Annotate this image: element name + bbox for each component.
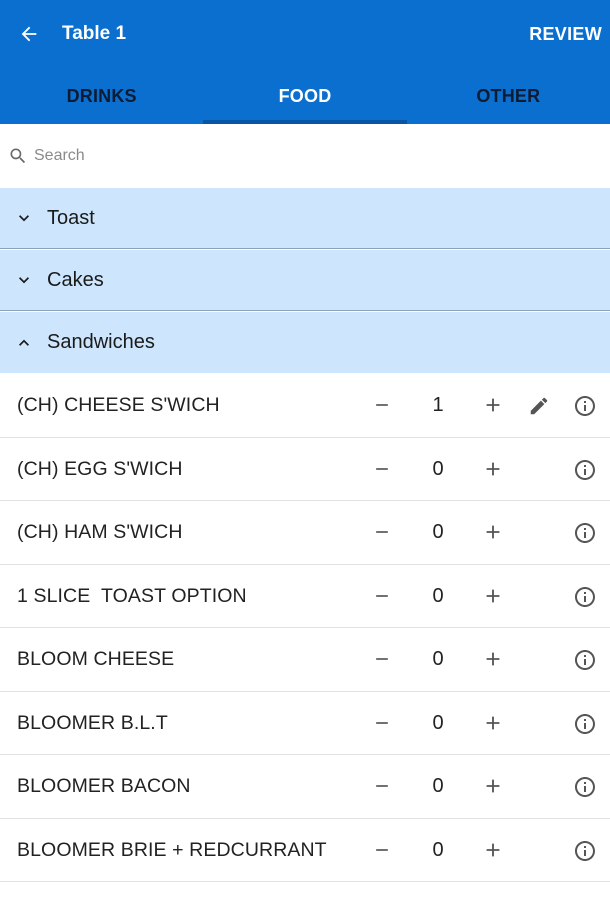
search-icon bbox=[8, 146, 28, 166]
category-toast[interactable]: Toast bbox=[0, 188, 610, 249]
category-label: Cakes bbox=[47, 268, 104, 291]
category-cakes[interactable]: Cakes bbox=[0, 250, 610, 311]
arrow-left-icon bbox=[21, 26, 37, 42]
info-icon[interactable] bbox=[571, 456, 599, 484]
item-name: (CH) CHEESE S'WICH bbox=[17, 394, 220, 416]
plus-icon[interactable] bbox=[479, 455, 507, 483]
plus-icon[interactable] bbox=[479, 582, 507, 610]
info-icon[interactable] bbox=[571, 392, 599, 420]
search-placeholder: Search bbox=[34, 147, 85, 164]
page-title: Table 1 bbox=[62, 23, 127, 44]
minus-icon[interactable] bbox=[368, 391, 396, 419]
chevron-down-icon bbox=[14, 208, 34, 228]
minus-icon[interactable] bbox=[368, 772, 396, 800]
plus-icon[interactable] bbox=[479, 836, 507, 864]
item-quantity: 0 bbox=[432, 521, 444, 543]
plus-icon[interactable] bbox=[479, 518, 507, 546]
chevron-down-icon bbox=[14, 270, 34, 290]
item-name: BLOOM CHEESE bbox=[17, 648, 175, 670]
category-label: Sandwiches bbox=[47, 331, 155, 353]
plus-icon[interactable] bbox=[479, 709, 507, 737]
tab-other[interactable]: OTHER bbox=[407, 68, 610, 124]
minus-icon[interactable] bbox=[368, 836, 396, 864]
item-name: 1 SLICE TOAST OPTION bbox=[17, 584, 247, 607]
info-icon[interactable] bbox=[571, 773, 599, 801]
info-icon[interactable] bbox=[571, 837, 599, 865]
info-icon[interactable] bbox=[571, 646, 599, 674]
item-quantity: 0 bbox=[432, 584, 444, 607]
category-label: Toast bbox=[47, 206, 95, 229]
tab-food[interactable]: FOOD bbox=[203, 68, 407, 124]
info-icon[interactable] bbox=[571, 519, 599, 547]
item-quantity: 0 bbox=[432, 775, 444, 797]
minus-icon[interactable] bbox=[368, 518, 396, 546]
tab-bar: DRINKS FOOD OTHER bbox=[0, 68, 610, 124]
list-item: BLOOMER BACON 0 bbox=[0, 755, 610, 819]
list-item: BLOOMER B.L.T 0 bbox=[0, 692, 610, 755]
item-quantity: 0 bbox=[432, 648, 444, 670]
minus-icon[interactable] bbox=[368, 645, 396, 673]
item-quantity: 1 bbox=[432, 394, 444, 416]
item-name: BLOOMER BRIE + REDCURRANT bbox=[17, 838, 327, 861]
item-quantity: 0 bbox=[432, 838, 444, 861]
list-item: BLOOM CHEESE 0 bbox=[0, 628, 610, 692]
search-input[interactable]: Search bbox=[0, 124, 610, 188]
item-list: (CH) CHEESE S'WICH 1 (CH) EGG S'WICH 0 (… bbox=[0, 374, 610, 882]
item-name: BLOOMER BACON bbox=[17, 775, 191, 797]
list-item: (CH) HAM S'WICH 0 bbox=[0, 501, 610, 565]
item-name: (CH) EGG S'WICH bbox=[17, 457, 183, 480]
info-icon[interactable] bbox=[571, 710, 599, 738]
list-item: 1 SLICE TOAST OPTION 0 bbox=[0, 565, 610, 628]
plus-icon[interactable] bbox=[479, 391, 507, 419]
plus-icon[interactable] bbox=[479, 772, 507, 800]
category-sandwiches[interactable]: Sandwiches bbox=[0, 312, 610, 373]
info-icon[interactable] bbox=[571, 583, 599, 611]
minus-icon[interactable] bbox=[368, 582, 396, 610]
list-item: (CH) EGG S'WICH 0 bbox=[0, 438, 610, 501]
item-quantity: 0 bbox=[432, 457, 444, 480]
chevron-up-icon bbox=[14, 333, 34, 353]
review-button[interactable]: REVIEW bbox=[529, 22, 602, 46]
app-bar: Table 1 REVIEW DRINKS FOOD OTHER bbox=[0, 0, 610, 124]
minus-icon[interactable] bbox=[368, 709, 396, 737]
back-button[interactable] bbox=[14, 20, 44, 48]
toolbar: Table 1 REVIEW bbox=[0, 0, 610, 68]
list-item: BLOOMER BRIE + REDCURRANT 0 bbox=[0, 819, 610, 882]
item-quantity: 0 bbox=[432, 711, 444, 734]
minus-icon[interactable] bbox=[368, 455, 396, 483]
list-item: (CH) CHEESE S'WICH 1 bbox=[0, 374, 610, 438]
item-name: BLOOMER B.L.T bbox=[17, 711, 168, 734]
plus-icon[interactable] bbox=[479, 645, 507, 673]
pencil-icon[interactable] bbox=[526, 393, 552, 419]
item-name: (CH) HAM S'WICH bbox=[17, 521, 183, 543]
tab-drinks[interactable]: DRINKS bbox=[0, 68, 203, 124]
